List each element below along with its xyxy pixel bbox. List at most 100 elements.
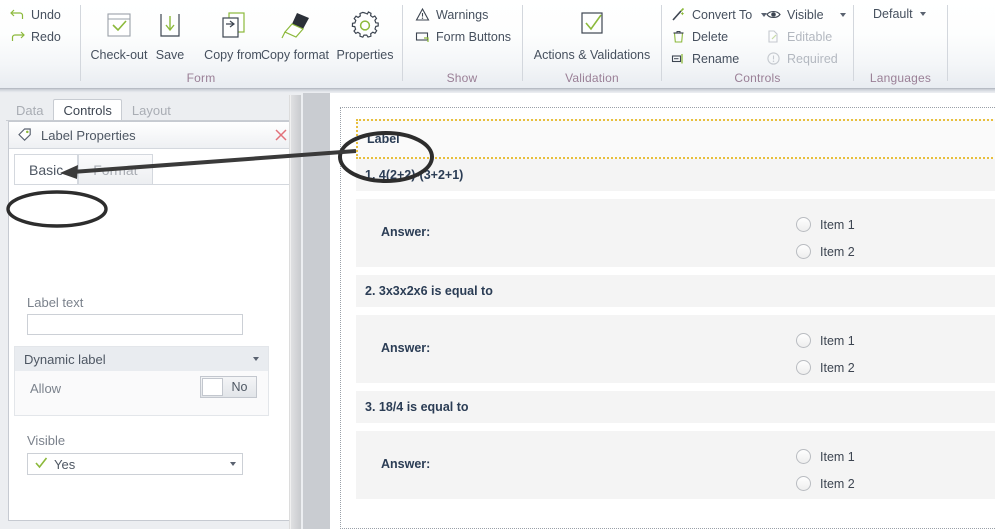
label-properties-header: Label Properties [9, 122, 295, 149]
redo-label: Redo [31, 29, 61, 44]
panel-tab-data[interactable]: Data [6, 99, 53, 121]
row-spacer [341, 423, 995, 431]
required-exclamation-icon [766, 51, 781, 66]
save-label: Save [155, 48, 185, 62]
form-buttons-button[interactable]: Form Buttons [415, 29, 511, 44]
panel-tab-controls-label: Controls [63, 103, 112, 118]
undo-icon [10, 7, 25, 22]
visible-toggle-button[interactable]: Visible [766, 7, 846, 22]
radio-option[interactable]: Item 1 [796, 327, 855, 354]
trash-icon [671, 29, 686, 44]
default-language-button[interactable]: Default [873, 7, 926, 21]
section-tab-format-label: Format [93, 162, 138, 178]
radio-option-label: Item 2 [820, 360, 855, 375]
convert-to-label: Convert To [692, 7, 753, 22]
default-language-label: Default [873, 7, 913, 21]
row-spacer [341, 307, 995, 315]
answer-options: Item 1 Item 2 [796, 443, 855, 497]
radio-option-label: Item 1 [820, 449, 855, 464]
delete-button[interactable]: Delete [671, 29, 728, 44]
question-row[interactable]: 3. 18/4 is equal to [356, 391, 995, 423]
dynamic-label-header-label: Dynamic label [24, 351, 106, 367]
radio-option[interactable]: Item 2 [796, 238, 855, 265]
left-panel-scrollbar[interactable] [289, 95, 301, 529]
radio-icon[interactable] [796, 360, 811, 375]
radio-icon[interactable] [796, 217, 811, 232]
editable-page-icon [766, 29, 781, 44]
rename-icon [671, 51, 686, 66]
answer-row[interactable]: Answer: Item 1 Item 2 [356, 199, 995, 267]
ribbon-group-title-show: Show [446, 71, 478, 85]
radio-option[interactable]: Item 1 [796, 443, 855, 470]
scrollbar-thumb[interactable] [291, 95, 301, 529]
panel-designer-gap [303, 93, 330, 529]
section-tab-format[interactable]: Format [78, 154, 153, 185]
radio-icon[interactable] [796, 476, 811, 491]
check-icon [34, 456, 48, 473]
properties-button[interactable]: Properties [328, 6, 402, 62]
undo-button[interactable]: Undo [10, 7, 61, 22]
question-text: 3. 18/4 is equal to [365, 400, 469, 414]
allow-toggle[interactable]: No [200, 376, 257, 398]
redo-button[interactable]: Redo [10, 29, 61, 44]
radio-icon[interactable] [796, 449, 811, 464]
actions-validations-button[interactable]: Actions & Validations [531, 6, 653, 62]
chevron-down-icon[interactable] [253, 357, 259, 361]
row-spacer [341, 191, 995, 199]
section-tab-basic[interactable]: Basic [14, 154, 79, 185]
editable-label: Editable [787, 29, 833, 44]
visible-toggle-label: Visible [787, 7, 824, 22]
dynamic-label-section: Dynamic label Allow No [14, 346, 269, 416]
answer-row[interactable]: Answer: Item 1 Item 2 [356, 315, 995, 383]
visible-field-label: Visible [27, 433, 66, 448]
copy-format-button[interactable]: Copy format [258, 6, 332, 62]
panel-tab-controls[interactable]: Controls [53, 99, 122, 121]
radio-option-label: Item 2 [820, 244, 855, 259]
chevron-down-icon[interactable] [839, 12, 846, 17]
ribbon-group-validation: Actions & Validations Validation [523, 0, 661, 88]
question-row[interactable]: 1. 4(2+2)-(3+2+1) [356, 159, 995, 191]
question-text: 1. 4(2+2)-(3+2+1) [365, 168, 464, 182]
panel-tab-layout-label: Layout [131, 103, 171, 118]
ribbon-group-languages: Default Languages [854, 0, 947, 88]
copy-format-label: Copy format [260, 48, 330, 62]
radio-icon[interactable] [796, 333, 811, 348]
label-text-field-label: Label text [27, 295, 84, 310]
panel-tab-layout[interactable]: Layout [122, 99, 181, 121]
radio-option[interactable]: Item 1 [796, 211, 855, 238]
warnings-button[interactable]: Warnings [415, 7, 488, 22]
radio-option[interactable]: Item 2 [796, 354, 855, 381]
label-text-input[interactable] [27, 314, 243, 335]
editable-button[interactable]: Editable [766, 29, 832, 44]
question-row[interactable]: 2. 3x3x2x6 is equal to [356, 275, 995, 307]
radio-option[interactable]: Item 2 [796, 470, 855, 497]
dynamic-label-header[interactable]: Dynamic label [15, 347, 268, 371]
selected-label-control[interactable]: Label [356, 119, 995, 159]
row-spacer [341, 383, 995, 391]
tag-icon [17, 126, 33, 145]
close-icon[interactable] [273, 127, 289, 143]
convert-to-button[interactable]: Convert To [671, 7, 768, 22]
label-properties-title: Label Properties [41, 127, 136, 143]
answer-row[interactable]: Answer: Item 1 Item 2 [356, 431, 995, 499]
actions-validations-label: Actions & Validations [533, 48, 651, 62]
answer-options: Item 1 Item 2 [796, 211, 855, 265]
panel-tabstrip: Data Controls Layout [6, 99, 181, 121]
rename-label: Rename [692, 51, 740, 66]
application-window: Undo Redo Check-out Save Copy from Copy … [0, 0, 995, 529]
visible-select[interactable]: Yes [27, 453, 243, 475]
required-button[interactable]: Required [766, 51, 838, 66]
ribbon-group-title-controls: Controls [734, 71, 781, 85]
delete-label: Delete [692, 29, 729, 44]
chevron-down-icon[interactable] [230, 462, 236, 466]
section-tab-basic-label: Basic [29, 162, 64, 178]
row-spacer [341, 267, 995, 275]
radio-icon[interactable] [796, 244, 811, 259]
answer-label: Answer: [381, 341, 431, 355]
panel-tab-data-label: Data [16, 103, 44, 118]
rename-button[interactable]: Rename [671, 51, 739, 66]
save-button[interactable]: Save [144, 6, 196, 62]
chevron-down-icon[interactable] [919, 12, 926, 16]
visible-select-value: Yes [54, 456, 76, 472]
radio-option-label: Item 1 [820, 333, 855, 348]
